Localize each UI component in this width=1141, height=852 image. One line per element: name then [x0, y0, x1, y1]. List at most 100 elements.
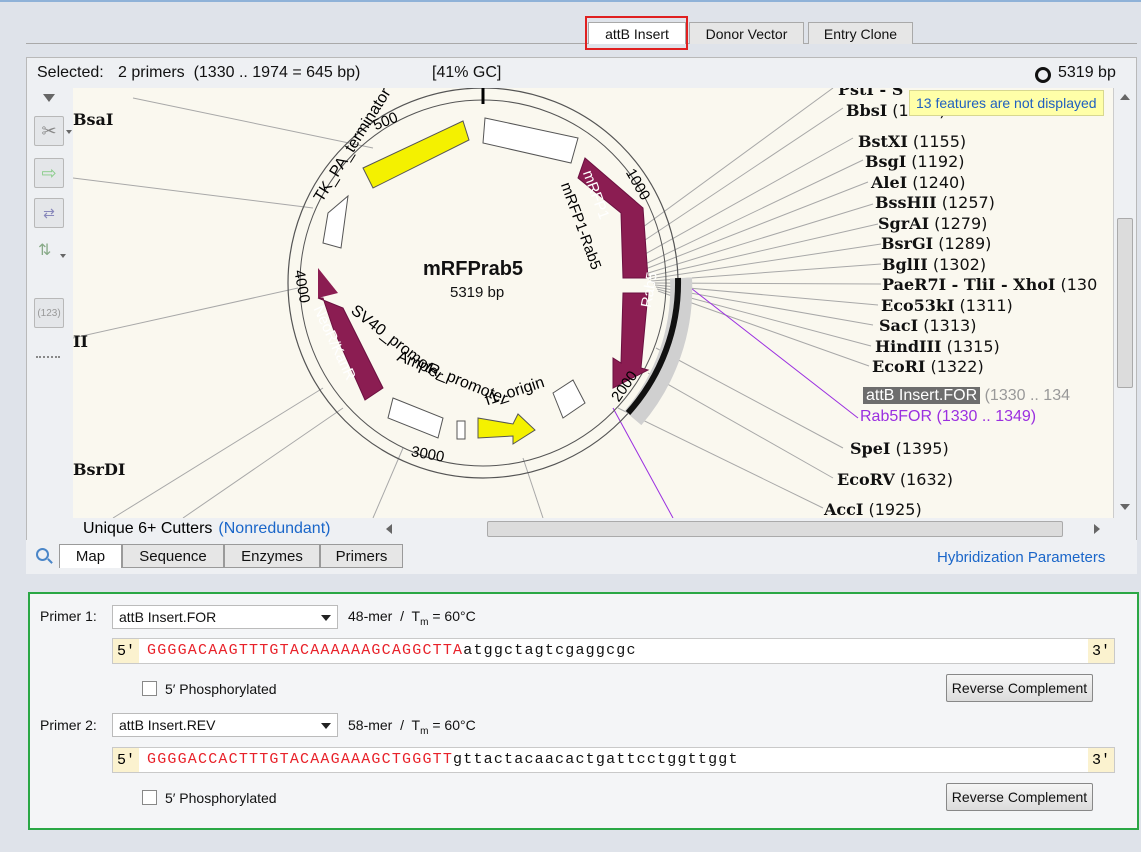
enzyme-label[interactable]: EcoRI (1322): [872, 357, 984, 376]
primer-label-name: attB Insert.FOR: [863, 387, 981, 404]
primer-2-phosphorylated-label: 5′ Phosphorylated: [165, 790, 277, 806]
enzyme-label[interactable]: BssHII (1257): [875, 193, 995, 212]
circular-icon: [1035, 67, 1051, 83]
primer-2-sequence[interactable]: GGGGACCACTTTGTACAAGAAAGCTGGGTTgttactacaa…: [147, 751, 739, 768]
primer-2-reverse-complement-button[interactable]: Reverse Complement: [946, 783, 1093, 811]
primer-1-3prime: 3′: [1088, 639, 1114, 663]
primer-2-phosphorylated-checkbox[interactable]: [142, 790, 157, 805]
plasmid-name: mRFPrab5: [423, 258, 524, 280]
primer-label-pos: (1330 .. 1349): [936, 408, 1037, 425]
enzyme-label[interactable]: EcoRV (1632): [837, 470, 953, 489]
exchange-icon[interactable]: ⇅: [38, 240, 51, 260]
sequence-length: 5319 bp: [1058, 64, 1116, 81]
cutter-filter[interactable]: Unique 6+ Cutters (Nonredundant): [73, 518, 378, 540]
enzyme-ii[interactable]: II: [73, 332, 88, 351]
tab-sequence[interactable]: Sequence: [122, 544, 224, 568]
scroll-thumb[interactable]: [1117, 218, 1133, 388]
view-tab-bar: Map Sequence Enzymes Primers Hybridizati…: [26, 540, 1137, 574]
primer-2-3prime: 3′: [1088, 748, 1114, 772]
primer-1-label: Primer 1:: [40, 608, 97, 624]
primer-2-mer: 58-mer: [348, 717, 393, 733]
primer-2-info: 58-mer / Tm = 60°C: [348, 717, 476, 737]
primer-panel: Primer 1: attB Insert.FOR 48-mer / Tm = …: [28, 592, 1139, 830]
chevron-down-icon: [321, 723, 331, 729]
enzyme-bsai[interactable]: BsaI: [73, 110, 113, 129]
enzyme-label[interactable]: BsrGI (1289): [881, 234, 991, 253]
primer-1-name: attB Insert.FOR: [119, 609, 217, 625]
enzyme-label[interactable]: Eco53kI (1311): [881, 296, 1013, 315]
primer-label-name: Rab5FOR: [860, 408, 933, 425]
window-top-edge: [0, 0, 1141, 2]
dropdown-arrow-icon[interactable]: [60, 254, 66, 258]
enzyme-label[interactable]: HindIII (1315): [875, 337, 1000, 356]
primer-1-tm: = 60°C: [432, 608, 476, 624]
scroll-right-arrow-icon[interactable]: [1094, 524, 1100, 534]
scroll-down-arrow-icon[interactable]: [1120, 504, 1130, 510]
enzyme-label[interactable]: SpeI (1395): [850, 439, 949, 458]
primer-1-reverse-complement-button[interactable]: Reverse Complement: [946, 674, 1093, 702]
scissors-icon[interactable]: ✂: [34, 116, 64, 146]
collapse-arrow-icon[interactable]: [43, 94, 55, 102]
enzyme-label[interactable]: BsgI (1192): [865, 152, 965, 171]
hidden-features-tooltip: 13 features are not displayed: [909, 90, 1104, 116]
active-tab-highlight: [585, 16, 688, 50]
enzyme-label[interactable]: SgrAI (1279): [878, 214, 987, 233]
plasmid-size: 5319 bp: [450, 284, 505, 301]
primer-2-select[interactable]: attB Insert.REV: [112, 713, 338, 737]
arrow-right-icon[interactable]: ⇨: [34, 158, 64, 188]
selected-label: Selected:: [37, 64, 104, 81]
primer-2-name: attB Insert.REV: [119, 717, 216, 733]
enzyme-label[interactable]: AccI (1925): [824, 500, 922, 518]
primer-label-rab5for[interactable]: Rab5FOR (1330 .. 1349): [860, 408, 1036, 426]
primer-label-attb-for[interactable]: attB Insert.FOR (1330 .. 134: [863, 387, 1070, 405]
search-icon-handle: [47, 558, 53, 564]
tab-donor-vector[interactable]: Donor Vector: [689, 22, 804, 44]
scroll-left-arrow-icon[interactable]: [386, 524, 392, 534]
primer-2-label: Primer 2:: [40, 717, 97, 733]
enzyme-label[interactable]: SacI (1313): [879, 316, 976, 335]
dropdown-arrow-icon[interactable]: [66, 130, 72, 134]
enzyme-bsrdi[interactable]: BsrDI: [73, 460, 125, 479]
cutter-filter-mode: (Nonredundant): [218, 520, 331, 537]
primer-2-gene-specific: gttactacaacactgattcctggttggt: [453, 751, 739, 768]
primer-2-tm: = 60°C: [432, 717, 476, 733]
gc-content: [41% GC]: [432, 64, 502, 81]
map-vertical-scrollbar[interactable]: [1113, 88, 1136, 518]
map-toolbar: ✂ ⇨ ⇄ ⇅ (123): [28, 88, 72, 540]
numbering-icon[interactable]: (123): [34, 298, 64, 328]
primer-1-sequence-field[interactable]: 5′ GGGGACAAGTTTGTACAAAAAAGCAGGCTTAatggct…: [112, 638, 1115, 664]
selected-value: 2 primers (1330 .. 1974 = 645 bp): [118, 64, 361, 81]
tab-entry-clone[interactable]: Entry Clone: [808, 22, 913, 44]
primer-1-phosphorylated-checkbox[interactable]: [142, 681, 157, 696]
ruler-icon[interactable]: [36, 350, 60, 358]
plasmid-map-canvas[interactable]: mRFPrab5 5319 bp 500 1000 2000 3000 4000…: [73, 88, 1113, 518]
primer-1-select[interactable]: attB Insert.FOR: [112, 605, 338, 629]
primer-1-info: 48-mer / Tm = 60°C: [348, 608, 476, 628]
primer-1-attb-tail: GGGGACAAGTTTGTACAAAAAAGCAGGCTTA: [147, 642, 464, 659]
enzyme-label[interactable]: AleI (1240): [871, 173, 965, 192]
enzyme-label[interactable]: PstI - S: [838, 88, 903, 99]
primer-2-5prime: 5′: [113, 748, 139, 772]
primer-1-mer: 48-mer: [348, 608, 393, 624]
swap-strands-icon[interactable]: ⇄: [34, 198, 64, 228]
primer-2-sequence-field[interactable]: 5′ GGGGACCACTTTGTACAAGAAAGCTGGGTTgttacta…: [112, 747, 1115, 773]
enzyme-label[interactable]: PaeR7I - TliI - XhoI (130: [882, 275, 1097, 294]
scroll-up-arrow-icon[interactable]: [1120, 94, 1130, 100]
tab-map[interactable]: Map: [59, 544, 122, 568]
primer-1-phosphorylated-label: 5′ Phosphorylated: [165, 681, 277, 697]
primer-label-pos: (1330 .. 134: [984, 387, 1070, 404]
tab-enzymes[interactable]: Enzymes: [224, 544, 320, 568]
enzyme-label[interactable]: BglII (1302): [882, 255, 986, 274]
tab-primers[interactable]: Primers: [320, 544, 403, 568]
primer-2-attb-tail: GGGGACCACTTTGTACAAGAAAGCTGGGTT: [147, 751, 454, 768]
primer-1-gene-specific: atggctagtcgaggcgc: [463, 642, 637, 659]
scroll-thumb[interactable]: [487, 521, 1063, 537]
primer-1-sequence[interactable]: GGGGACAAGTTTGTACAAAAAAGCAGGCTTAatggctagt…: [147, 642, 637, 659]
enzyme-label[interactable]: BstXI (1155): [858, 132, 966, 151]
tab-bar-line: [26, 43, 1137, 44]
cutter-filter-label: Unique 6+ Cutters: [83, 520, 213, 537]
chevron-down-icon: [321, 615, 331, 621]
map-horizontal-scrollbar[interactable]: [378, 518, 1113, 540]
hybridization-parameters-link[interactable]: Hybridization Parameters: [937, 549, 1105, 566]
primer-1-5prime: 5′: [113, 639, 139, 663]
